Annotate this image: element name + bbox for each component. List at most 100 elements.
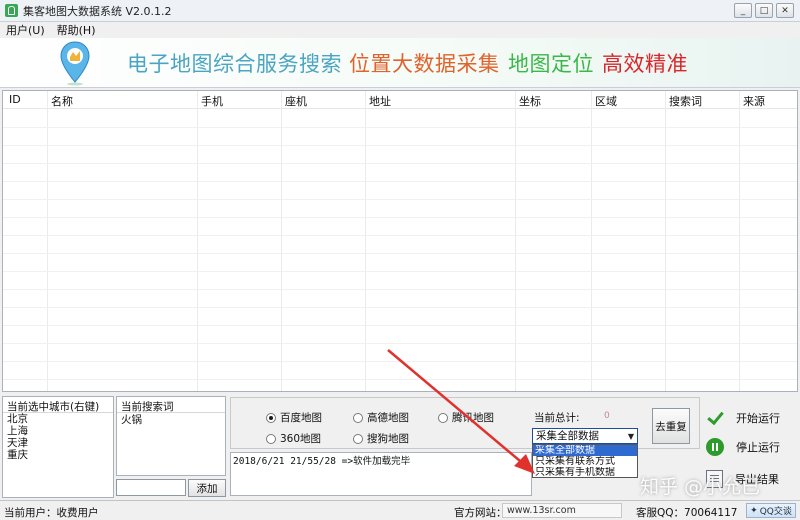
column-header-mobile[interactable]: 手机 <box>201 93 223 109</box>
row-divider <box>3 361 797 362</box>
add-keyword-button[interactable]: 添加 <box>188 479 226 497</box>
status-bar: 当前用户：收费用户 官方网站： www.13sr.com 客服QQ：700641… <box>0 500 800 520</box>
row-divider <box>3 325 797 326</box>
column-header-name[interactable]: 名称 <box>51 93 73 109</box>
header-banner: 电子地图综合服务搜索 位置大数据采集 地图定位 高效精准 <box>0 38 800 88</box>
title-bar: 集客地图大数据系统 V2.0.1.2 _ □ ✕ <box>0 0 800 22</box>
row-divider <box>3 217 797 218</box>
slogan-map-locate: 地图定位 <box>508 52 594 76</box>
column-header-region[interactable]: 区域 <box>595 93 617 109</box>
collect-mode-option[interactable]: 采集全部数据 <box>533 445 637 456</box>
slogan-efficient: 高效精准 <box>602 52 688 76</box>
column-divider <box>591 91 592 391</box>
city-item[interactable]: 重庆 <box>3 449 113 461</box>
radio-label: 腾讯地图 <box>452 412 494 424</box>
keyword-panel[interactable]: 当前搜索词 火锅 <box>116 396 226 476</box>
close-button[interactable]: ✕ <box>776 3 794 18</box>
log-output[interactable]: 2018/6/21 21/55/28 =>软件加载完毕 <box>230 452 532 496</box>
minimize-button[interactable]: _ <box>734 3 752 18</box>
column-header-address[interactable]: 地址 <box>369 93 391 109</box>
qq-chat-label: QQ交谈 <box>759 507 792 517</box>
radio-selected-icon <box>266 412 276 423</box>
current-user-status: 当前用户：收费用户 <box>4 507 99 519</box>
column-divider <box>197 91 198 391</box>
support-qq: 客服QQ：70064117 <box>636 507 738 519</box>
column-header-keyword[interactable]: 搜索词 <box>669 93 702 109</box>
window-title: 集客地图大数据系统 V2.0.1.2 <box>23 4 172 18</box>
row-divider <box>3 235 797 236</box>
row-divider <box>3 289 797 290</box>
start-label: 开始运行 <box>736 412 780 425</box>
website-label: 官方网站： <box>454 507 507 519</box>
radio-amap[interactable]: 高德地图 <box>353 410 409 425</box>
table-header: ID 名称 手机 座机 地址 坐标 区域 搜索词 来源 <box>3 91 797 109</box>
total-count: 0 <box>604 411 610 421</box>
radio-label: 高德地图 <box>367 412 409 424</box>
row-divider <box>3 181 797 182</box>
keyword-panel-header: 当前搜索词 <box>117 397 225 413</box>
keyword-item[interactable]: 火锅 <box>117 413 225 427</box>
radio-tencent-map[interactable]: 腾讯地图 <box>438 410 494 425</box>
city-panel[interactable]: 当前选中城市(右键) 北京 上海 天津 重庆 <box>2 396 114 498</box>
check-icon <box>706 409 724 427</box>
window-controls: _ □ ✕ <box>734 3 794 18</box>
collect-mode-option[interactable]: 只采集有手机数据 <box>533 467 637 478</box>
city-item[interactable]: 上海 <box>3 425 113 437</box>
radio-icon <box>266 433 276 444</box>
radio-label: 百度地图 <box>280 412 322 424</box>
radio-sogou-map[interactable]: 搜狗地图 <box>353 431 409 446</box>
keyword-input[interactable] <box>116 479 186 496</box>
log-line: 2018/6/21 21/55/28 =>软件加载完毕 <box>233 456 411 467</box>
city-item[interactable]: 北京 <box>3 413 113 425</box>
collect-mode-value: 采集全部数据 <box>536 430 599 442</box>
radio-label: 搜狗地图 <box>367 433 409 445</box>
column-divider <box>47 91 48 391</box>
maximize-button[interactable]: □ <box>755 3 773 18</box>
radio-icon <box>353 433 363 444</box>
pause-icon <box>706 438 724 456</box>
menu-help[interactable]: 帮助(H) <box>57 22 96 38</box>
total-label: 当前总计: <box>534 412 580 424</box>
column-header-id[interactable]: ID <box>9 93 21 106</box>
column-divider <box>665 91 666 391</box>
collect-mode-option[interactable]: 只采集有联系方式 <box>533 456 637 467</box>
row-divider <box>3 253 797 254</box>
collect-mode-dropdown: 采集全部数据 只采集有联系方式 只采集有手机数据 <box>532 444 638 478</box>
results-table[interactable]: ID 名称 手机 座机 地址 坐标 区域 搜索词 来源 <box>2 90 798 392</box>
slogan-data-collect: 位置大数据采集 <box>349 52 500 76</box>
column-divider <box>515 91 516 391</box>
row-divider <box>3 271 797 272</box>
row-divider <box>3 343 797 344</box>
radio-icon <box>353 412 363 423</box>
column-divider <box>365 91 366 391</box>
radio-icon <box>438 412 448 423</box>
column-header-coordinates[interactable]: 坐标 <box>519 93 541 109</box>
column-divider <box>739 91 740 391</box>
row-divider <box>3 145 797 146</box>
menu-user[interactable]: 用户(U) <box>6 22 45 38</box>
radio-360-map[interactable]: 360地图 <box>266 431 321 446</box>
start-button[interactable]: 开始运行 <box>706 409 780 427</box>
collect-mode-select[interactable]: 采集全部数据 ▼ <box>532 428 638 444</box>
row-divider <box>3 379 797 380</box>
website-link[interactable]: www.13sr.com <box>502 503 622 518</box>
row-divider <box>3 127 797 128</box>
stop-button[interactable]: 停止运行 <box>706 438 780 456</box>
qq-chat-button[interactable]: ✦ QQ交谈 <box>746 503 796 518</box>
row-divider <box>3 307 797 308</box>
dedupe-button[interactable]: 去重复 <box>652 408 690 444</box>
menu-bar: 用户(U) 帮助(H) <box>0 22 800 38</box>
chevron-down-icon: ▼ <box>627 432 634 441</box>
slogan-map-search: 电子地图综合服务搜索 <box>127 52 342 76</box>
row-divider <box>3 163 797 164</box>
city-item[interactable]: 天津 <box>3 437 113 449</box>
column-header-source[interactable]: 来源 <box>743 93 765 109</box>
map-pin-logo-icon <box>60 41 90 86</box>
column-divider <box>281 91 282 391</box>
radio-label: 360地图 <box>280 433 322 445</box>
radio-baidu-map[interactable]: 百度地图 <box>266 410 322 425</box>
column-header-landline[interactable]: 座机 <box>285 93 307 109</box>
zhihu-watermark: 知乎 @小允已 <box>640 476 761 498</box>
row-divider <box>3 199 797 200</box>
stop-label: 停止运行 <box>736 441 780 454</box>
